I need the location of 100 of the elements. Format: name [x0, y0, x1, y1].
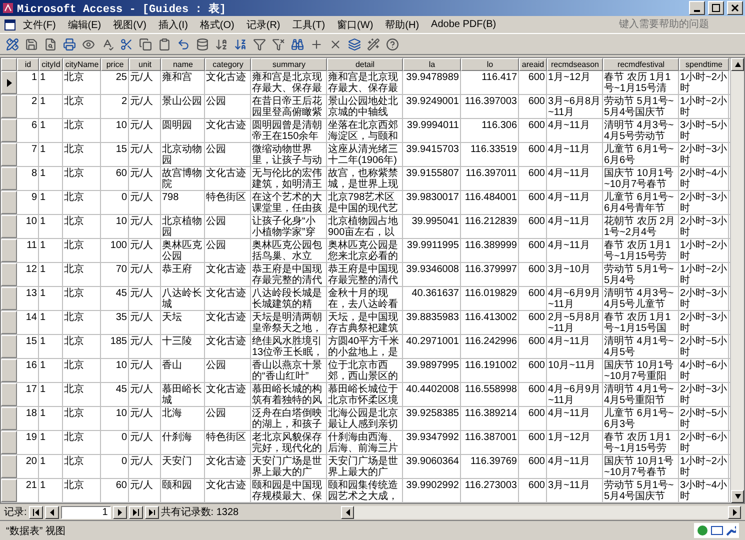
table-cell: 600: [519, 383, 547, 406]
table-cell: 恭王府是中国现存最完整的清代: [327, 263, 403, 286]
table-cell: 慕田峪长城的构筑有着独特的风: [251, 383, 327, 406]
printer-icon[interactable]: [61, 36, 77, 52]
table-cell: 清明节 4月3号~4月5号劳动节: [603, 119, 679, 142]
table-cell: 北京: [63, 431, 101, 454]
column-header[interactable]: detail: [327, 58, 403, 71]
next-record-button[interactable]: [112, 506, 127, 518]
table-cell: 600: [519, 263, 547, 286]
last-record-button[interactable]: [128, 506, 143, 518]
maximize-button[interactable]: [708, 1, 724, 15]
table-cell: 1: [39, 71, 63, 94]
table-cell: 100: [101, 239, 129, 262]
ime-toolbar[interactable]: [694, 523, 739, 538]
column-header[interactable]: spendtime: [679, 58, 729, 71]
column-header[interactable]: recmdfestival: [603, 58, 679, 71]
document-icon[interactable]: [4, 18, 16, 30]
table-cell: 1小时~2小时: [679, 95, 729, 118]
table-cell: 116.273003: [461, 479, 519, 502]
column-header[interactable]: category: [205, 58, 251, 71]
horizontal-scrollbar[interactable]: [341, 506, 741, 518]
menu-item[interactable]: 窗口(W): [332, 16, 378, 32]
new-icon: [148, 508, 155, 516]
save-icon[interactable]: [23, 36, 39, 52]
previous-record-button[interactable]: [44, 506, 59, 518]
column-header[interactable]: cityId: [39, 58, 63, 71]
table-cell: 元/人: [129, 215, 161, 238]
column-header[interactable]: id: [17, 58, 39, 71]
table-cell: 文化古迹: [205, 455, 251, 478]
binoculars-icon[interactable]: [289, 36, 305, 52]
table-cell: 慕田峪长城: [161, 383, 205, 406]
menu-item[interactable]: 插入(I): [153, 16, 193, 32]
table-cell: 八达岭段长城是长城建筑的精: [251, 287, 327, 310]
table-cell: 12: [17, 263, 39, 286]
ruler-pencil-icon[interactable]: [4, 36, 20, 52]
table-cell: 2: [17, 95, 39, 118]
copy-icon[interactable]: [137, 36, 153, 52]
wand-icon[interactable]: [365, 36, 381, 52]
column-header[interactable]: cityName: [63, 58, 101, 71]
record-count: 共有记录数: 1328: [160, 506, 239, 519]
table-cell: 1小时~2小时: [679, 455, 729, 478]
select-all-corner[interactable]: [1, 58, 17, 71]
table-cell: 39.9902992: [403, 479, 461, 502]
table-cell: 39.9415703: [403, 143, 461, 166]
new-record-button[interactable]: [144, 506, 159, 518]
table-cell: 600: [519, 335, 547, 358]
table-cell: 116.33519: [461, 143, 519, 166]
table-cell: 元/人: [129, 383, 161, 406]
first-icon: [32, 508, 39, 516]
table-cell: 116.019829: [461, 287, 519, 310]
menu-item[interactable]: Adobe PDF(B): [426, 18, 502, 31]
menu-item[interactable]: 编辑(E): [62, 16, 106, 32]
minimize-button[interactable]: [689, 1, 705, 15]
table-cell: 116.306: [461, 119, 519, 142]
menu-item[interactable]: 文件(F): [18, 16, 61, 32]
table-cell: 16: [17, 359, 39, 382]
vertical-scrollbar[interactable]: [731, 58, 744, 503]
table-cell: 北京植物园占地900亩左右，以: [327, 215, 403, 238]
column-header[interactable]: areaid: [519, 58, 547, 71]
table-cell: 600: [519, 119, 547, 142]
column-header[interactable]: unit: [129, 58, 161, 71]
record-number-field[interactable]: 1: [60, 506, 111, 518]
table-cell: 10: [101, 407, 129, 430]
menu-item[interactable]: 帮助(H): [380, 16, 424, 32]
table-cell: 1小时~2小时: [679, 71, 729, 94]
layers-icon[interactable]: [346, 36, 362, 52]
database-icon[interactable]: [194, 36, 210, 52]
column-header[interactable]: recmdseason: [547, 58, 603, 71]
menu-item[interactable]: 记录(R): [241, 16, 286, 32]
column-header[interactable]: lo: [461, 58, 519, 71]
table-cell: 600: [519, 95, 547, 118]
table-cell: 2小时~3小时: [679, 191, 729, 214]
table-cell: 北京: [63, 263, 101, 286]
record-selector[interactable]: [1, 71, 17, 94]
menu-item[interactable]: 工具(T): [287, 16, 330, 32]
table-cell: 天坛: [161, 311, 205, 334]
help-icon[interactable]: [384, 36, 400, 52]
table-cell: 北京: [63, 311, 101, 334]
funnel-clear-icon[interactable]: [270, 36, 286, 52]
table-cell: 1: [39, 311, 63, 334]
right-arrow-icon: [732, 508, 738, 516]
table-cell: 70: [101, 263, 129, 286]
first-record-button[interactable]: [28, 506, 43, 518]
column-header[interactable]: name: [161, 58, 205, 71]
menu-item[interactable]: 格式(O): [194, 16, 240, 32]
table-cell: 公园: [205, 215, 251, 238]
table-cell: 文化古迹: [205, 335, 251, 358]
table-cell: 特色街区: [205, 431, 251, 454]
close-button[interactable]: [727, 1, 743, 15]
table-cell: 10: [17, 215, 39, 238]
filter-icon[interactable]: [251, 36, 267, 52]
column-header[interactable]: summary: [251, 58, 327, 71]
table-cell: 2小时~3小时: [679, 143, 729, 166]
column-header[interactable]: la: [403, 58, 461, 71]
column-header[interactable]: price: [101, 58, 129, 71]
table-cell: 1: [39, 359, 63, 382]
table-cell: 1: [39, 119, 63, 142]
table-cell: 1: [17, 71, 39, 94]
menu-item[interactable]: 视图(V): [108, 16, 152, 32]
cut-icon[interactable]: [118, 36, 134, 52]
